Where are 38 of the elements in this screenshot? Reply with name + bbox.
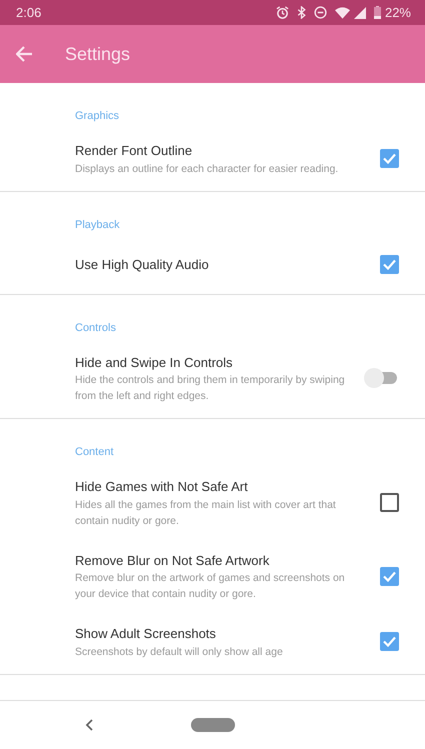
- preference-row[interactable]: Render Font Outline Displays an outline for each character for easier reading.: [0, 133, 425, 190]
- preference-description: Hide the controls and bring them in temporarily by swiping from the left and right edges.: [75, 373, 345, 404]
- section-header: Content: [75, 446, 114, 458]
- preference-row[interactable]: Use High Quality Audio: [0, 242, 425, 294]
- toggle-switch[interactable]: [363, 367, 399, 390]
- preference-description: Remove blur on the artwork of games and screenshots on your device that contain nudity or gore.: [75, 571, 345, 602]
- wifi-icon: [334, 6, 350, 18]
- preference-title: Hide Games with Not Safe Art: [75, 478, 249, 496]
- preference-description: Screenshots by default will only show all age: [75, 644, 284, 660]
- home-button[interactable]: [190, 718, 234, 732]
- signal-icon: [354, 6, 366, 18]
- back-icon[interactable]: [85, 719, 93, 731]
- screen-title: Settings: [65, 42, 130, 66]
- preference-row[interactable]: Hide Games with Not Safe Art Hides all the games from the main list with cover art that contain nudity or gore.: [0, 469, 425, 542]
- battery-level: 22%: [384, 4, 411, 22]
- section-header: Graphics: [75, 110, 120, 122]
- preference-title: Render Font Outline: [75, 142, 194, 160]
- checkbox[interactable]: [380, 255, 399, 274]
- do-not-disturb-icon: [314, 6, 327, 19]
- preference-row[interactable]: Show Adult Screenshots Screenshots by default will only show all age: [0, 616, 425, 674]
- checkbox[interactable]: [380, 566, 399, 586]
- preference-title: Hide and Swipe In Controls: [75, 354, 234, 372]
- preference-description: Hides all the games from the main list with cover art that contain nudity or gore.: [75, 498, 337, 528]
- preference-title: Show Adult Screenshots: [75, 625, 217, 643]
- status-time: 2:06: [16, 4, 42, 22]
- preference-row[interactable]: Hide and Swipe In Controls Hide the controls and bring them in temporarily by swiping from the left and right edges.: [0, 344, 425, 418]
- preference-row[interactable]: Remove Blur on Not Safe Artwork Remove blur on the artwork of games and screenshots on your device that contain nudity or gore.: [0, 542, 425, 616]
- alarm-icon: [276, 6, 289, 19]
- checkbox[interactable]: [380, 632, 399, 652]
- section-header: Controls: [75, 322, 116, 334]
- battery-icon: [374, 6, 381, 19]
- section-header: Playback: [75, 218, 120, 230]
- preference-description: Displays an outline for each character for easier reading.: [75, 162, 340, 176]
- checkbox[interactable]: [380, 149, 399, 168]
- checkbox[interactable]: [380, 493, 399, 512]
- bluetooth-icon: [296, 6, 306, 19]
- preference-title: Use High Quality Audio: [75, 256, 210, 274]
- preference-title: Remove Blur on Not Safe Artwork: [75, 552, 270, 570]
